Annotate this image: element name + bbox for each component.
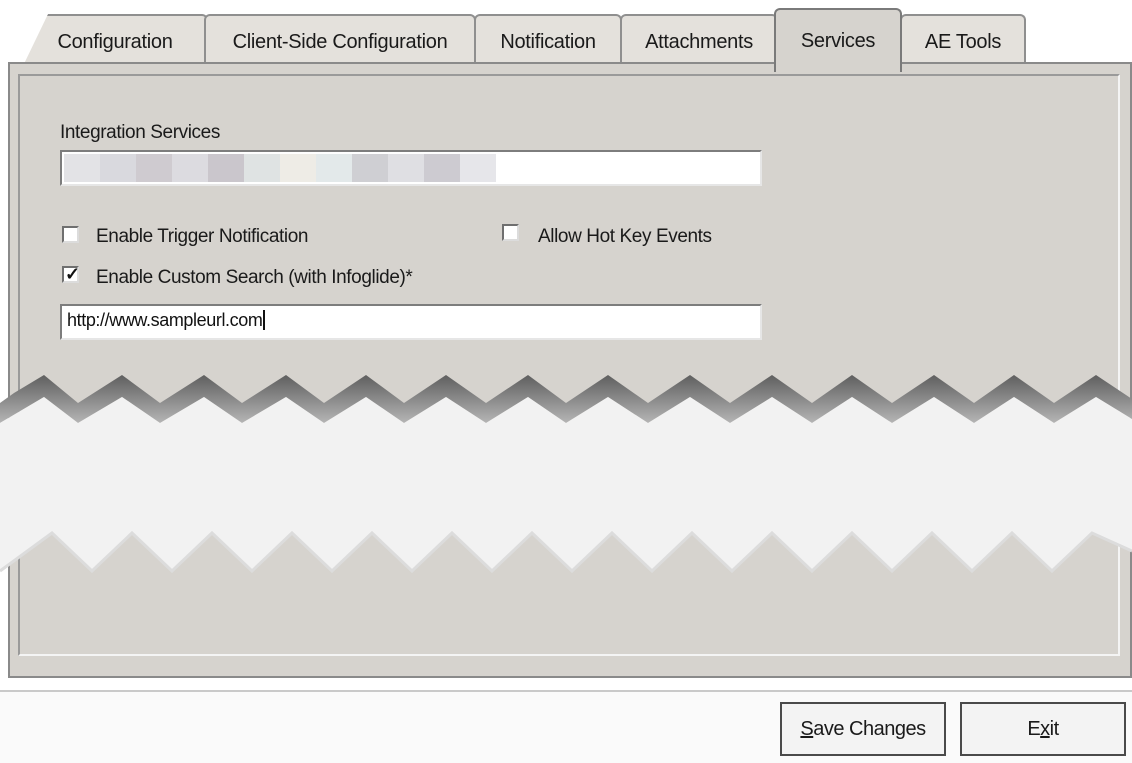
tab-attachments[interactable]: Attachments xyxy=(620,14,778,68)
custom-search-url-value: http://www.sampleurl.com xyxy=(67,310,263,330)
enable-trigger-notification-checkbox[interactable] xyxy=(62,226,79,243)
text-caret xyxy=(263,310,266,330)
exit-label-start: E xyxy=(1027,717,1041,740)
redacted-value xyxy=(64,154,496,182)
enable-custom-search-label: Enable Custom Search (with Infoglide)* xyxy=(96,267,413,288)
tab-label: AE Tools xyxy=(924,30,1002,53)
integration-services-field[interactable] xyxy=(60,150,762,186)
integration-services-label: Integration Services xyxy=(60,122,220,143)
tab-configuration[interactable]: Configuration xyxy=(22,14,208,68)
exit-button[interactable]: Ex it xyxy=(960,702,1126,756)
save-changes-button[interactable]: Save Changes xyxy=(780,702,946,756)
tab-label: Client-Side Configuration xyxy=(232,30,448,53)
save-label-rest: ave Changes xyxy=(813,717,926,740)
tab-label: Notification xyxy=(500,30,596,53)
tab-label: Attachments xyxy=(645,30,753,53)
torn-edge-graphic xyxy=(0,375,1132,574)
tab-client-side-configuration[interactable]: Client-Side Configuration xyxy=(204,14,476,68)
tab-services[interactable]: Services xyxy=(774,8,902,72)
tab-ae-tools[interactable]: AE Tools xyxy=(900,14,1026,68)
allow-hot-key-events-checkbox[interactable] xyxy=(502,224,519,241)
save-mnemonic: S xyxy=(800,717,814,740)
exit-label-end: it xyxy=(1049,717,1060,740)
custom-search-url-text: http://www.sampleurl.com xyxy=(67,310,266,331)
services-panel: Integration Services Enable Trigger Noti… xyxy=(8,62,1132,678)
tear-gap xyxy=(0,397,1132,571)
tab-notification[interactable]: Notification xyxy=(474,14,622,68)
allow-hot-key-events-label: Allow Hot Key Events xyxy=(538,226,712,247)
enable-trigger-notification-label: Enable Trigger Notification xyxy=(96,226,309,247)
tab-label: Configuration xyxy=(57,30,173,53)
tab-strip: Configuration Client-Side Configuration … xyxy=(8,8,1132,72)
check-icon: ✓ xyxy=(65,264,81,284)
custom-search-url-input[interactable]: http://www.sampleurl.com xyxy=(60,304,762,340)
exit-mnemonic: x xyxy=(1040,717,1050,740)
footer-bar: Save Changes Ex it xyxy=(0,692,1132,763)
tab-label: Services xyxy=(800,29,876,52)
enable-custom-search-checkbox[interactable]: ✓ xyxy=(62,264,81,284)
